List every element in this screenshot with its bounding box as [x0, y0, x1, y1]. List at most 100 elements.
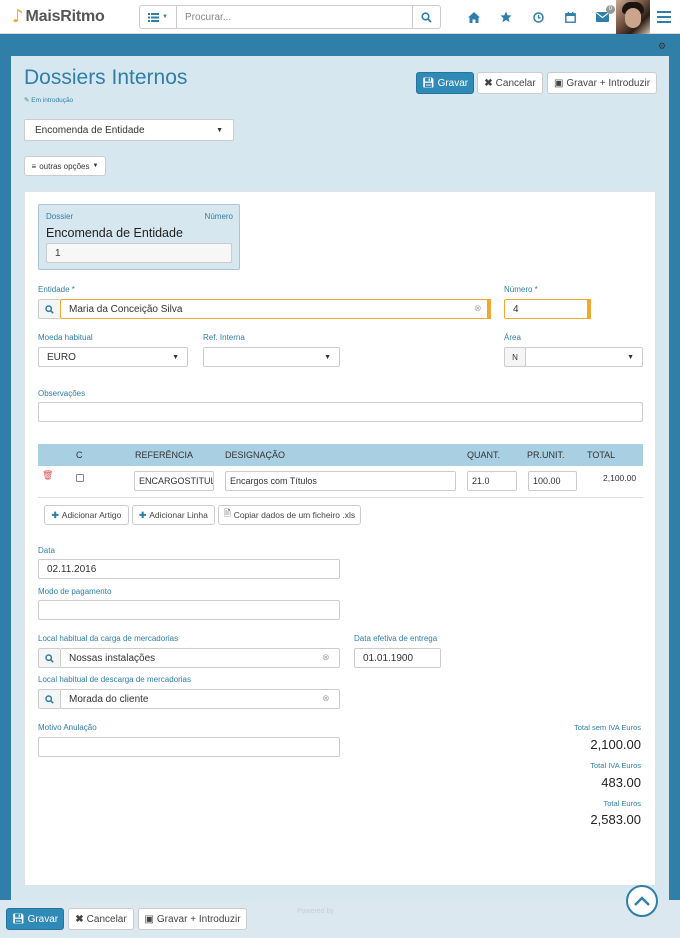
- chevron-down-icon: ▼: [162, 14, 168, 20]
- user-avatar[interactable]: [616, 0, 650, 34]
- row-quant-field[interactable]: 21.0: [467, 471, 517, 491]
- music-note-icon: ♪: [12, 6, 24, 27]
- search-input[interactable]: [177, 5, 413, 29]
- list-icon: [148, 12, 160, 22]
- total-euros-value: 2,583.00: [590, 812, 641, 827]
- row-referencia-field[interactable]: ENCARGOSTITUL: [134, 471, 214, 491]
- area-prefix: N: [504, 347, 526, 367]
- record-status: ✎ Em introdução: [24, 96, 73, 104]
- moeda-select[interactable]: EURO ▼: [38, 347, 188, 367]
- row-pr-unit: 100.00: [533, 476, 561, 486]
- more-options-button[interactable]: ≡ outras opções ▼: [24, 156, 106, 176]
- total-iva-value: 483.00: [601, 775, 641, 790]
- footer-bar: 💾︎ Gravar ✖ Cancelar ▣ Gravar + Introduzir: [0, 900, 680, 938]
- local-descarga-field[interactable]: Morada do cliente: [60, 689, 340, 709]
- add-article-label: Adicionar Artigo: [61, 510, 122, 520]
- observacoes-label: Observações: [38, 389, 86, 398]
- favorites-button[interactable]: [490, 6, 522, 28]
- record-status-text: Em introdução: [31, 97, 74, 104]
- area-select[interactable]: ▼: [525, 347, 643, 367]
- row-pr-unit-field[interactable]: 100.00: [528, 471, 577, 491]
- save-new-button-top[interactable]: ▣ Gravar + Introduzir: [547, 72, 657, 94]
- total-sem-iva-value: 2,100.00: [590, 737, 641, 752]
- scroll-to-top-button[interactable]: [626, 885, 658, 917]
- data-field[interactable]: 02.11.2016: [38, 559, 340, 579]
- motivo-field[interactable]: [38, 737, 340, 757]
- document-type-select[interactable]: Encomenda de Entidade ▼: [24, 119, 234, 141]
- plus-icon: ✚: [139, 509, 147, 520]
- search-category-button[interactable]: ▼: [139, 5, 177, 29]
- modo-pagamento-field[interactable]: [38, 600, 340, 620]
- calendar-icon: [564, 11, 576, 23]
- hamburger-icon-bar: [657, 21, 671, 23]
- local-descarga-search-button[interactable]: [38, 689, 60, 709]
- entidade-field[interactable]: Maria da Conceição Silva: [60, 299, 488, 319]
- moeda-value: EURO: [47, 351, 76, 363]
- clear-local-carga-icon[interactable]: ⊗: [322, 652, 330, 663]
- local-carga-value: Nossas instalações: [69, 652, 156, 664]
- row-referencia: ENCARGOSTITUL: [139, 476, 214, 486]
- cancel-button-top[interactable]: ✖ Cancelar: [477, 72, 543, 94]
- add-line-button[interactable]: ✚ Adicionar Linha: [132, 505, 215, 525]
- moeda-label: Moeda habitual: [38, 333, 93, 342]
- add-article-button[interactable]: ✚ Adicionar Artigo: [44, 505, 129, 525]
- clear-entidade-icon[interactable]: ⊗: [474, 303, 482, 314]
- caret-down-icon: ▼: [92, 163, 99, 169]
- row-designacao-field[interactable]: Encargos com Títulos: [225, 471, 456, 491]
- data-entrega-field[interactable]: 01.01.1900: [354, 648, 441, 668]
- menu-button[interactable]: [656, 8, 672, 26]
- entidade-label: Entidade *: [38, 285, 75, 294]
- observacoes-field[interactable]: [38, 402, 643, 422]
- ref-interna-select[interactable]: ▼: [203, 347, 340, 367]
- data-value: 02.11.2016: [47, 563, 97, 575]
- col-header-designacao: DESIGNAÇÃO: [225, 450, 286, 460]
- area-prefix-value: N: [512, 352, 518, 362]
- top-navbar: ♪ MaisRitmo ▼ 0: [0, 0, 680, 34]
- app-logo[interactable]: ♪ MaisRitmo: [12, 7, 105, 27]
- save-new-label: Gravar + Introduzir: [566, 77, 651, 89]
- search-bar: ▼: [139, 5, 441, 29]
- entidade-value: Maria da Conceição Silva: [69, 303, 183, 315]
- row-divider: [38, 497, 643, 498]
- local-carga-search-button[interactable]: [38, 648, 60, 668]
- local-descarga-value: Morada do cliente: [69, 693, 149, 705]
- history-button[interactable]: [522, 6, 554, 28]
- clear-local-descarga-icon[interactable]: ⊗: [322, 693, 330, 704]
- search-button[interactable]: [413, 5, 441, 29]
- copy-file-button[interactable]: 🗎︎ Copiar dados de um ficheiro .xls: [218, 505, 361, 525]
- caret-down-icon: ▼: [324, 353, 331, 361]
- total-iva-label: Total IVA Euros: [590, 761, 641, 770]
- numero-field[interactable]: 4: [504, 299, 588, 319]
- data-entrega-value: 01.01.1900: [363, 652, 414, 664]
- cancel-button-bottom[interactable]: ✖ Cancelar: [68, 908, 134, 930]
- trash-icon[interactable]: 🗑︎: [42, 470, 53, 481]
- floppy-icon: ▣: [144, 913, 154, 925]
- floppy-icon: ▣: [553, 77, 564, 89]
- row-total: 2,100.00: [603, 473, 637, 483]
- settings-gear-icon[interactable]: ⚙: [658, 41, 668, 51]
- row-checkbox[interactable]: [76, 474, 84, 482]
- local-carga-field[interactable]: Nossas instalações: [60, 648, 340, 668]
- close-icon: ✖: [75, 913, 84, 925]
- powered-by-text: Powered by: [297, 908, 334, 915]
- edit-icon: ✎: [24, 97, 30, 104]
- clock-icon: [532, 11, 544, 23]
- row-designacao: Encargos com Títulos: [230, 476, 317, 486]
- search-icon: [45, 653, 54, 663]
- search-icon: [45, 304, 54, 314]
- more-options-label: outras opções: [39, 161, 90, 171]
- caret-down-icon: ▼: [216, 126, 223, 134]
- nav-icons: 0: [458, 5, 618, 28]
- home-button[interactable]: [458, 6, 490, 28]
- dossier-number-field: 1: [46, 243, 232, 263]
- save-button-top[interactable]: 💾︎ Gravar: [416, 72, 474, 94]
- hamburger-icon-bar: [657, 16, 671, 18]
- numero-label: Número *: [504, 285, 538, 294]
- messages-button[interactable]: 0: [586, 5, 618, 28]
- entidade-search-button[interactable]: [38, 299, 60, 319]
- cancel-label: Cancelar: [495, 77, 536, 89]
- save-button-bottom[interactable]: 💾︎ Gravar: [6, 908, 64, 930]
- save-new-button-bottom[interactable]: ▣ Gravar + Introduzir: [138, 908, 247, 930]
- col-header-total: TOTAL: [587, 450, 616, 460]
- calendar-button[interactable]: [554, 6, 586, 28]
